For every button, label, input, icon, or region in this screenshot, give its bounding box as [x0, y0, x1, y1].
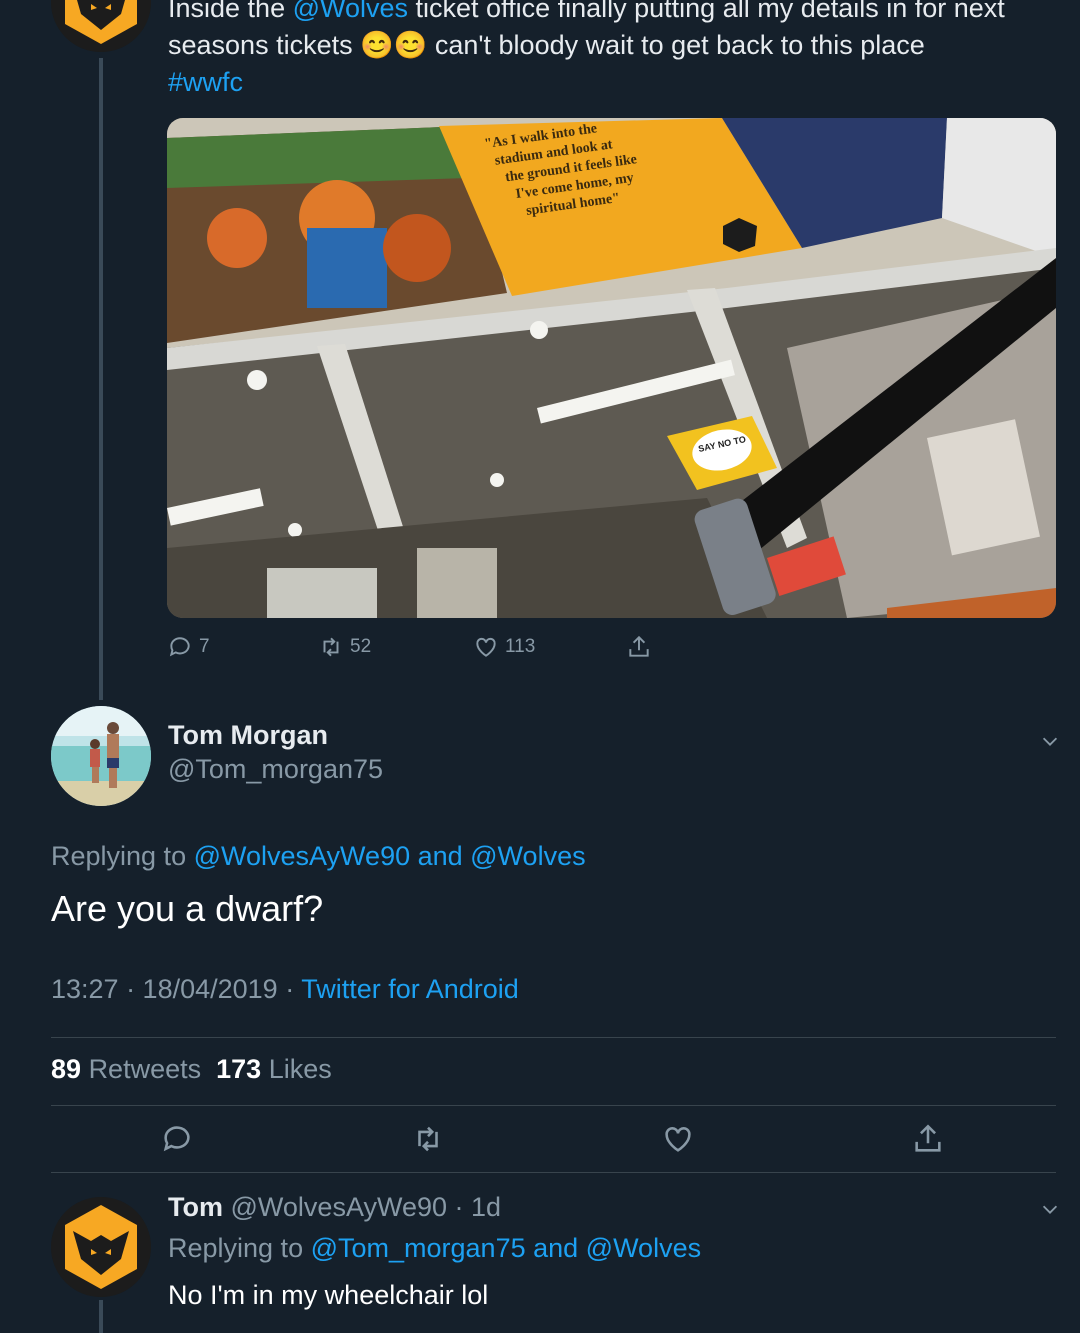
share-icon[interactable] — [911, 1122, 945, 1156]
tweet-text: Inside the @Wolves ticket office finally… — [168, 0, 1068, 101]
wolves-avatar[interactable] — [51, 1197, 151, 1297]
thread-line — [99, 1300, 103, 1333]
like-label[interactable]: Likes — [269, 1054, 332, 1084]
text-part: Inside the — [168, 0, 293, 23]
heart-icon — [476, 637, 496, 657]
smile-emoji: 😊😊 — [360, 30, 428, 60]
tweet-timestamp: 13:27 · 18/04/2019 · — [51, 974, 302, 1004]
tweet-source-link[interactable]: Twitter for Android — [301, 974, 519, 1004]
retweet-icon[interactable] — [411, 1122, 445, 1156]
text-part: can't bloody wait to get back to this pl… — [427, 30, 925, 60]
tweet-meta: 13:27 · 18/04/2019 · Twitter for Android — [51, 974, 519, 1005]
replying-prefix: Replying to — [168, 1233, 311, 1263]
like-action[interactable]: 113 — [473, 634, 535, 660]
like-total[interactable]: 173 — [216, 1054, 261, 1084]
reply-author-handle[interactable]: @Tom_morgan75 — [168, 754, 383, 785]
chevron-down-icon[interactable] — [1039, 1198, 1061, 1220]
replying-to-mentions[interactable]: @Tom_morgan75 and @Wolves — [311, 1233, 702, 1263]
retweet-action[interactable]: 52 — [318, 634, 371, 660]
bottom-replying-to-line: Replying to @Tom_morgan75 and @Wolves — [168, 1233, 701, 1264]
hashtag-link[interactable]: #wwfc — [168, 67, 243, 97]
like-count: 113 — [505, 636, 536, 657]
retweet-count: 52 — [350, 636, 372, 657]
retweet-label[interactable]: Retweets — [89, 1054, 202, 1084]
mention-wolves-link[interactable]: @Wolves — [293, 0, 408, 23]
reply-icon — [169, 637, 190, 657]
reply-author-name[interactable]: Tom Morgan — [168, 720, 328, 751]
tweet-stats: 89 Retweets 173 Likes — [51, 1054, 332, 1085]
replying-prefix: Replying to — [51, 841, 194, 871]
retweet-icon — [323, 637, 339, 657]
replying-to-mentions[interactable]: @WolvesAyWe90 and @Wolves — [194, 841, 586, 871]
bottom-author-name[interactable]: Tom — [168, 1192, 223, 1222]
tweet-photo[interactable]: "As I walk into the stadium and look at … — [167, 118, 1056, 618]
wolf-logo-icon — [51, 1197, 151, 1297]
retweet-total[interactable]: 89 — [51, 1054, 81, 1084]
share-icon — [629, 635, 649, 657]
wolves-avatar[interactable] — [51, 0, 151, 52]
bottom-reply-header: Tom @WolvesAyWe90 · 1d — [168, 1192, 501, 1223]
ticket-office-photo: "As I walk into the stadium and look at … — [167, 118, 1056, 618]
chevron-down-icon[interactable] — [1039, 730, 1061, 752]
reply-count: 7 — [199, 636, 210, 657]
divider — [51, 1172, 1056, 1173]
beach-photo — [51, 706, 151, 806]
reply-tweet-text: Are you a dwarf? — [51, 888, 324, 929]
divider — [51, 1037, 1056, 1038]
thread-line — [99, 58, 103, 700]
replying-to-line: Replying to @WolvesAyWe90 and @Wolves — [51, 841, 586, 872]
reply-icon[interactable] — [160, 1122, 194, 1156]
bottom-reply-text: No I'm in my wheelchair lol — [168, 1280, 489, 1310]
heart-icon[interactable] — [661, 1122, 695, 1156]
tom-morgan-avatar[interactable] — [51, 706, 151, 806]
divider — [51, 1105, 1056, 1106]
share-action[interactable] — [626, 634, 652, 660]
wolf-logo-icon — [51, 0, 151, 52]
reply-action[interactable]: 7 — [167, 634, 210, 660]
bottom-author-handle-time[interactable]: @WolvesAyWe90 · 1d — [231, 1192, 502, 1222]
